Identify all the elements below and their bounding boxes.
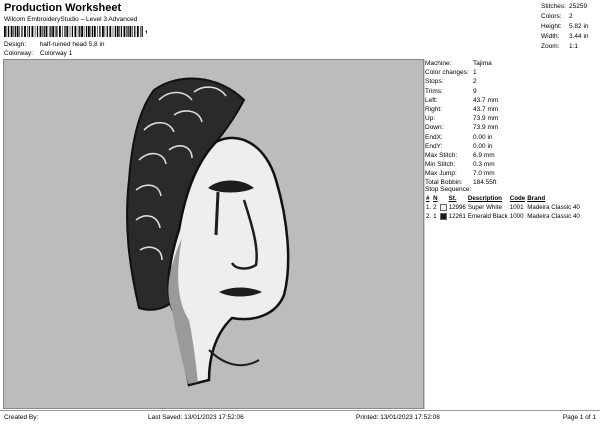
info-row: Min Stitch: 0.3 mm — [425, 161, 495, 169]
stop-sequence-table: # N St. Description Code Brand 1. 2 1299… — [425, 194, 581, 221]
barcode-suffix: , — [145, 24, 148, 34]
design-label: Design: — [4, 41, 27, 48]
worksheet-title: Production Worksheet — [4, 2, 122, 14]
last-saved: Last Saved: 13/01/2023 17:52:06 — [148, 414, 244, 421]
info-row: Trims: 9 — [425, 87, 477, 95]
page-number: Page 1 of 1 — [562, 414, 596, 421]
colorway-row: Colorway: Colorway 1 — [4, 50, 72, 57]
design-value: half-ruined head 5,8 in — [39, 41, 105, 48]
stop-sequence-title: Stop Sequence: — [425, 186, 472, 193]
embroidery-head-illustration — [126, 77, 290, 387]
design-row: Design: half-ruined head 5,8 in — [4, 41, 105, 48]
machine-info-panel: Machine: Tajima Color changes: 1 Stops: 2 T… — [425, 59, 598, 188]
summary-zoom: Zoom: 1:1 — [541, 43, 579, 50]
info-row: EndY: 0.00 in — [425, 142, 493, 150]
info-row: Right: 43.7 mm — [425, 105, 499, 113]
info-row: Machine: Tajima — [425, 60, 492, 67]
summary-width: Width: 3.44 in — [541, 33, 589, 40]
software-subtitle: Wilcom EmbroideryStudio – Level 3 Advanc… — [4, 16, 138, 23]
info-row: EndX: 0.00 in — [425, 133, 493, 141]
table-header-row: # N St. Description Code Brand — [426, 195, 546, 202]
stop-sequence: Stop Sequence: # N St. Description Code … — [425, 185, 598, 221]
info-row: Up: 73.9 mm — [425, 115, 499, 123]
thread-swatch-icon — [439, 203, 447, 211]
info-row: Max Stitch: 6.9 mm — [425, 151, 495, 159]
table-row: 1. 2 12996 Super White 1001 Madeira Clas… — [426, 203, 580, 211]
barcode — [4, 26, 143, 37]
info-row: Max Jump: 7.0 mm — [425, 170, 495, 178]
info-row: Color changes: 1 — [425, 69, 477, 77]
info-row: Down: 73.9 mm — [425, 124, 499, 132]
summary-height: Height: 5.82 in — [541, 23, 589, 30]
design-preview — [3, 59, 424, 409]
thread-swatch-icon — [439, 212, 447, 220]
footer: Created By: Last Saved: 13/01/2023 17:52… — [0, 410, 600, 425]
colorway-label: Colorway: — [4, 50, 33, 57]
info-row: Left: 43.7 mm — [425, 96, 499, 104]
info-row: Stops: 2 — [425, 78, 477, 86]
created-by: Created By: — [4, 414, 39, 421]
table-row: 2. 1 12261 Emerald Black 1000 Madeira Cl… — [426, 212, 580, 220]
summary-panel: Stitches: 25259 Colors: 2 Height: 5.82 in W… — [541, 2, 597, 52]
printed-date: Printed: 13/01/2023 17:52:08 — [356, 414, 440, 421]
summary-colors: Colors: 2 — [541, 13, 573, 20]
colorway-value: Colorway 1 — [39, 50, 73, 57]
summary-stitches: Stitches: 25259 — [541, 3, 588, 10]
